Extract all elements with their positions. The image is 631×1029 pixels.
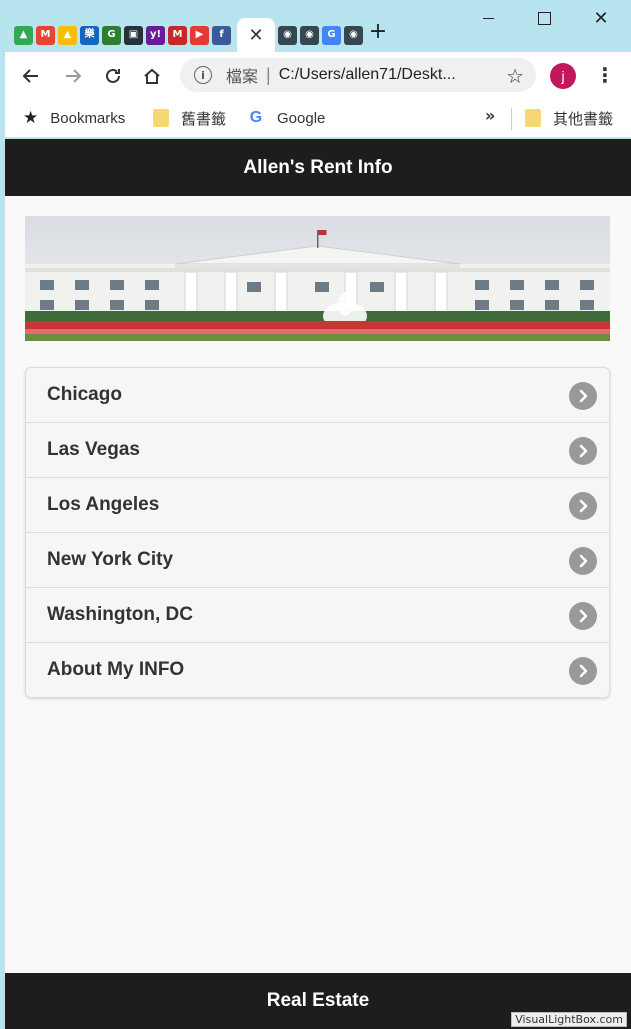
forward-arrow-icon[interactable] bbox=[61, 64, 85, 88]
minimize-button[interactable] bbox=[474, 6, 502, 30]
gmail-icon[interactable]: M bbox=[36, 25, 55, 45]
chevron-right-icon[interactable] bbox=[569, 602, 597, 630]
google-icon: G bbox=[249, 109, 263, 126]
footer-title: Real Estate bbox=[266, 990, 370, 1011]
active-tab-close-icon[interactable]: ✕ bbox=[237, 18, 275, 52]
green-app-icon[interactable]: G bbox=[102, 25, 121, 45]
chevron-right-icon[interactable] bbox=[569, 657, 597, 685]
yahoo-icon[interactable]: y! bbox=[146, 25, 165, 45]
list-item-label: About My INFO bbox=[47, 659, 185, 680]
list-item[interactable]: Los Angeles bbox=[26, 478, 609, 533]
browser-titlebar: ▲ M ▲ 樂 G ▣ y! M ▶ f ✕ ◉ ◉ G ◉ + ✕ bbox=[0, 0, 631, 52]
chrome-icon[interactable]: ◉ bbox=[278, 25, 297, 45]
bookmarks-divider bbox=[511, 108, 512, 130]
other-bookmarks-folder[interactable]: 其他書籤 bbox=[525, 107, 613, 129]
bookmark-folder-old[interactable]: 舊書籤 bbox=[153, 107, 226, 129]
address-bar[interactable]: i 檔案 | C:/Users/allen71/Deskt... ☆ bbox=[180, 58, 536, 92]
other-bookmarks-label: 其他書籤 bbox=[553, 110, 614, 128]
star-icon: ★ bbox=[23, 108, 39, 128]
m-app-icon[interactable]: M bbox=[168, 25, 187, 45]
folder-label: 舊書籤 bbox=[181, 110, 227, 128]
tab-strip: ▲ M ▲ 樂 G ▣ y! M ▶ f ✕ ◉ ◉ G ◉ bbox=[14, 18, 366, 52]
menu-dots-icon[interactable]: ⋮ bbox=[595, 64, 615, 86]
url-text[interactable]: C:/Users/allen71/Deskt... bbox=[279, 66, 489, 84]
info-icon[interactable]: i bbox=[194, 66, 212, 84]
address-separator: | bbox=[266, 64, 271, 85]
list-item[interactable]: Las Vegas bbox=[26, 423, 609, 478]
close-window-button[interactable]: ✕ bbox=[587, 6, 615, 30]
translate-icon[interactable]: G bbox=[322, 25, 341, 45]
bookmark-star-icon[interactable]: ☆ bbox=[506, 64, 524, 88]
drive-icon[interactable]: ▲ bbox=[14, 25, 33, 45]
chrome-icon-3[interactable]: ◉ bbox=[344, 25, 363, 45]
profile-avatar[interactable]: j bbox=[550, 63, 576, 89]
list-item-label: Chicago bbox=[47, 384, 122, 405]
folder-icon bbox=[153, 109, 169, 127]
list-item-label: Los Angeles bbox=[47, 494, 160, 515]
page-header: Allen's Rent Info bbox=[5, 139, 631, 196]
page-title: Allen's Rent Info bbox=[243, 156, 393, 178]
list-item-label: New York City bbox=[47, 549, 174, 570]
scheme-label: 檔案 bbox=[226, 69, 259, 86]
list-item-label: Las Vegas bbox=[47, 439, 140, 460]
bookmark-google[interactable]: G Google bbox=[247, 107, 326, 129]
watermark-label: VisualLightBox.com bbox=[511, 1012, 627, 1027]
browser-toolbar: i 檔案 | C:/Users/allen71/Deskt... ☆ j ⋮ bbox=[5, 52, 631, 100]
reload-icon[interactable] bbox=[101, 64, 125, 88]
list-item[interactable]: Washington, DC bbox=[26, 588, 609, 643]
new-tab-button[interactable]: + bbox=[368, 20, 388, 44]
chevron-right-icon[interactable] bbox=[569, 492, 597, 520]
drive-icon-2[interactable]: ▲ bbox=[58, 25, 77, 45]
youtube-icon[interactable]: ▶ bbox=[190, 25, 209, 45]
bookmarks-button[interactable]: ★ Bookmarks bbox=[23, 107, 125, 129]
chevron-right-icon[interactable] bbox=[569, 437, 597, 465]
music-icon[interactable]: 樂 bbox=[80, 25, 99, 45]
google-label: Google bbox=[277, 109, 326, 127]
more-bookmarks-icon[interactable]: » bbox=[485, 106, 495, 125]
list-item[interactable]: New York City bbox=[26, 533, 609, 588]
home-icon[interactable] bbox=[140, 64, 164, 88]
chevron-right-icon[interactable] bbox=[569, 547, 597, 575]
white-house-banner-image bbox=[25, 216, 610, 341]
phone-app-icon[interactable]: ▣ bbox=[124, 25, 143, 45]
chevron-right-icon[interactable] bbox=[569, 382, 597, 410]
bookmarks-label: Bookmarks bbox=[50, 109, 126, 127]
facebook-icon[interactable]: f bbox=[212, 25, 231, 45]
back-arrow-icon[interactable] bbox=[19, 64, 43, 88]
list-item[interactable]: Chicago bbox=[26, 368, 609, 423]
maximize-button[interactable] bbox=[530, 6, 558, 30]
city-listview: Chicago Las Vegas Los Angeles New York City… bbox=[25, 367, 610, 698]
list-item[interactable]: About My INFO bbox=[26, 643, 609, 697]
bookmarks-bar: ★ Bookmarks 舊書籤 G Google » 其他書籤 bbox=[5, 100, 631, 138]
folder-icon bbox=[525, 109, 541, 127]
list-item-label: Washington, DC bbox=[47, 604, 193, 625]
chrome-icon-2[interactable]: ◉ bbox=[300, 25, 319, 45]
web-page: Allen's Rent Info Chicago Las Vegas Los … bbox=[5, 139, 631, 1029]
